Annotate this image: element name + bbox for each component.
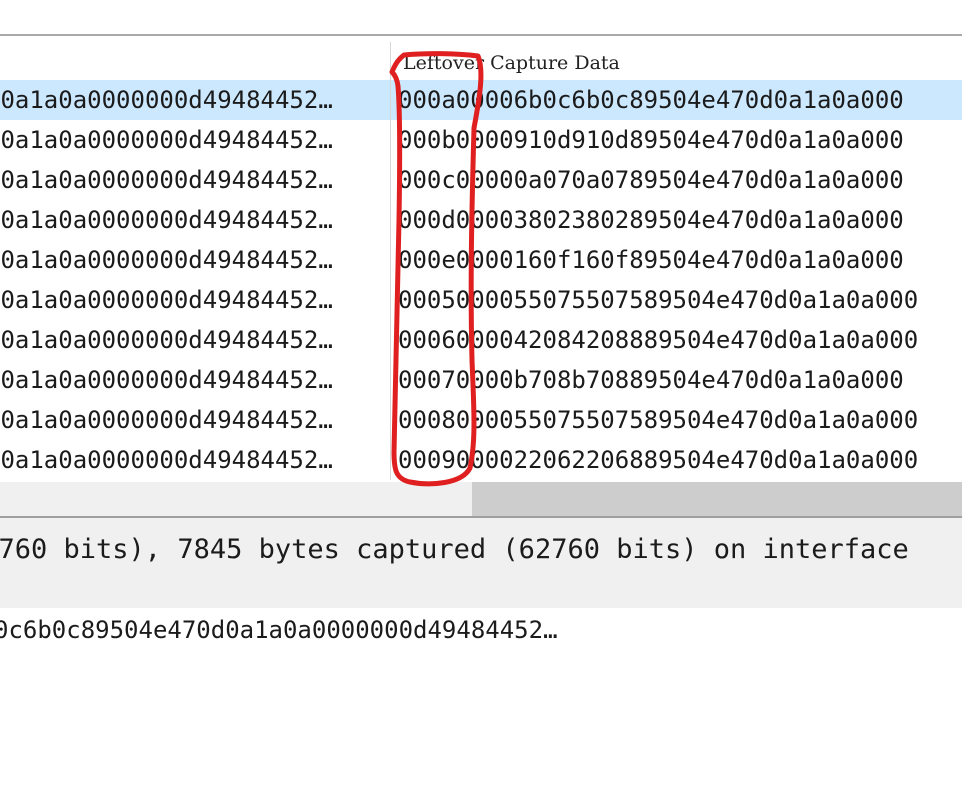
table-row[interactable]: d0a1a0a0000000d49484452… 0009000022062206… — [0, 440, 962, 480]
table-row[interactable]: d0a1a0a0000000d49484452… 000e0000160f160f… — [0, 240, 962, 280]
row-cell-left: d0a1a0a0000000d49484452… — [0, 366, 333, 394]
row-cell-leftover-data: 000d00003802380289504e470d0a1a0a000 — [398, 206, 904, 234]
row-cell-leftover-data: 0008000055075507589504e470d0a1a0a000 — [398, 406, 919, 434]
horizontal-scrollbar-thumb[interactable] — [472, 482, 962, 516]
table-row[interactable]: d0a1a0a0000000d49484452… 000a00006b0c6b0c… — [0, 80, 962, 120]
table-row[interactable]: d0a1a0a0000000d49484452… 000c00000a070a07… — [0, 160, 962, 200]
table-row[interactable]: d0a1a0a0000000d49484452… 0008000055075507… — [0, 400, 962, 440]
packet-list[interactable]: d0a1a0a0000000d49484452… 000a00006b0c6b0c… — [0, 36, 962, 516]
row-cell-leftover-data: 0006000042084208889504e470d0a1a0a000 — [398, 326, 919, 354]
row-cell-leftover-data: 0005000055075507589504e470d0a1a0a000 — [398, 286, 919, 314]
table-row[interactable]: d0a1a0a0000000d49484452… 000d000038023802… — [0, 200, 962, 240]
frame-summary-line[interactable]: 62760 bits), 7845 bytes captured (62760 … — [0, 534, 909, 565]
row-cell-leftover-data: 00070000b708b70889504e470d0a1a0a000 — [398, 366, 904, 394]
row-cell-left: d0a1a0a0000000d49484452… — [0, 446, 333, 474]
table-row[interactable]: d0a1a0a0000000d49484452… 000b0000910d910d… — [0, 120, 962, 160]
row-cell-leftover-data: 0009000022062206889504e470d0a1a0a000 — [398, 446, 919, 474]
row-cell-left: d0a1a0a0000000d49484452… — [0, 166, 333, 194]
row-cell-left: d0a1a0a0000000d49484452… — [0, 246, 333, 274]
column-divider[interactable] — [390, 42, 391, 480]
row-cell-left: d0a1a0a0000000d49484452… — [0, 126, 333, 154]
table-row[interactable]: d0a1a0a0000000d49484452… 0006000042084208… — [0, 320, 962, 360]
bytes-value-line[interactable]: 0c6b0c89504e470d0a1a0a0000000d49484452… — [0, 616, 558, 644]
row-cell-leftover-data: 000a00006b0c6b0c89504e470d0a1a0a000 — [398, 86, 904, 114]
row-cell-left: d0a1a0a0000000d49484452… — [0, 286, 333, 314]
row-cell-leftover-data: 000b0000910d910d89504e470d0a1a0a000 — [398, 126, 904, 154]
row-cell-left: d0a1a0a0000000d49484452… — [0, 206, 333, 234]
row-cell-leftover-data: 000e0000160f160f89504e470d0a1a0a000 — [398, 246, 904, 274]
row-cell-leftover-data: 000c00000a070a0789504e470d0a1a0a000 — [398, 166, 904, 194]
packet-bytes-pane[interactable]: 0c6b0c89504e470d0a1a0a0000000d49484452… — [0, 608, 962, 812]
row-cell-left: d0a1a0a0000000d49484452… — [0, 406, 333, 434]
column-header-leftover-capture-data[interactable]: Leftover Capture Data — [403, 52, 620, 74]
row-cell-left: d0a1a0a0000000d49484452… — [0, 326, 333, 354]
table-row[interactable]: d0a1a0a0000000d49484452… 00070000b708b708… — [0, 360, 962, 400]
table-row[interactable]: d0a1a0a0000000d49484452… 0005000055075507… — [0, 280, 962, 320]
packet-details-pane[interactable]: 62760 bits), 7845 bytes captured (62760 … — [0, 518, 962, 608]
toolbar-gap — [0, 0, 962, 34]
row-cell-left: d0a1a0a0000000d49484452… — [0, 86, 333, 114]
